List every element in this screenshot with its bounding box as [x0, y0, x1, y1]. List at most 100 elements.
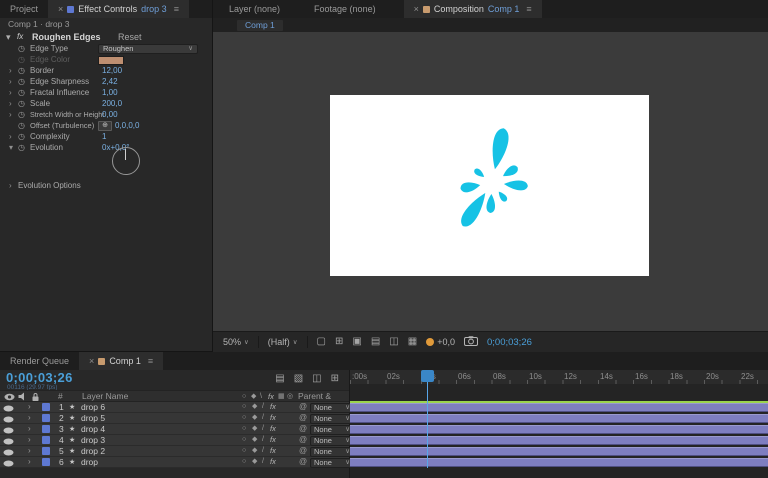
property-value[interactable]: 0,0,0,0: [115, 120, 139, 131]
grid-icon[interactable]: ⊞: [335, 337, 343, 347]
layer-color-swatch[interactable]: [42, 458, 50, 466]
stopwatch-icon[interactable]: ◷: [18, 43, 25, 54]
property-value[interactable]: 12,00: [102, 65, 122, 76]
layer-name[interactable]: drop 2: [81, 446, 105, 456]
fx-switch-icon[interactable]: fx: [270, 435, 276, 445]
expander-icon[interactable]: ›: [9, 180, 12, 191]
fx-switch-icon[interactable]: fx: [270, 424, 276, 434]
effects-switch-icon[interactable]: ◆: [252, 424, 257, 434]
layer-row[interactable]: › 4 ★ drop 3 ○ ◆ / fx @ None∨: [0, 435, 349, 446]
layer-row[interactable]: › 2 ★ drop 5 ○ ◆ / fx @ None∨: [0, 413, 349, 424]
effects-switch-icon[interactable]: ◆: [252, 457, 257, 467]
anchor-target-icon[interactable]: ⊕: [98, 121, 112, 131]
collapse-switch-icon[interactable]: ○: [242, 413, 246, 423]
evolution-dial[interactable]: [112, 147, 140, 175]
edge-type-dropdown[interactable]: Roughen ∨: [98, 44, 198, 54]
panel-menu-icon[interactable]: ≡: [148, 356, 153, 366]
channel-view-icon[interactable]: ▦: [408, 337, 417, 347]
composition-frame[interactable]: [330, 95, 649, 276]
parent-dropdown[interactable]: None∨: [310, 447, 354, 457]
layer-duration-bar[interactable]: [350, 436, 768, 445]
close-icon[interactable]: ×: [58, 4, 63, 14]
panel-menu-icon[interactable]: ≡: [174, 4, 179, 14]
safe-guides-icon[interactable]: ▢: [317, 337, 326, 347]
effects-switch-icon[interactable]: ◆: [252, 435, 257, 445]
expander-icon[interactable]: ›: [9, 65, 12, 76]
region-of-interest-icon[interactable]: ▤: [371, 337, 380, 347]
tab-footage[interactable]: Footage (none): [304, 0, 386, 18]
current-time-indicator-line[interactable]: [427, 382, 428, 468]
effects-switch-icon[interactable]: ◆: [252, 413, 257, 423]
fx-switch-icon[interactable]: fx: [270, 457, 276, 467]
fx-badge-icon[interactable]: fx: [17, 31, 23, 43]
time-ruler[interactable]: :00s 02s 04s 06s 08s 10s 12s 14s 16s 18s…: [350, 370, 768, 384]
collapse-switch-icon[interactable]: ○: [242, 435, 246, 445]
viewer-tab-comp1[interactable]: Comp 1: [237, 20, 283, 31]
stopwatch-icon[interactable]: ◷: [18, 120, 25, 131]
layer-duration-bar[interactable]: [350, 425, 768, 434]
tab-composition[interactable]: × Composition Comp 1 ≡: [404, 0, 542, 18]
stopwatch-icon[interactable]: ◷: [18, 87, 25, 98]
current-time-indicator-handle[interactable]: [421, 370, 434, 382]
shy-layers-icon[interactable]: ◫: [312, 374, 321, 384]
property-value[interactable]: 1,00: [102, 87, 118, 98]
property-value[interactable]: 1: [102, 131, 106, 142]
expander-icon[interactable]: ›: [9, 131, 12, 142]
panel-menu-icon[interactable]: ≡: [526, 4, 531, 14]
layer-color-swatch[interactable]: [42, 403, 50, 411]
pickwhip-icon[interactable]: @: [299, 413, 307, 423]
quality-switch-icon[interactable]: /: [262, 435, 264, 445]
stopwatch-icon[interactable]: ◷: [18, 76, 25, 87]
layer-duration-bar[interactable]: [350, 447, 768, 456]
eye-icon[interactable]: [3, 459, 14, 469]
quality-switch-icon[interactable]: /: [262, 446, 264, 456]
transparency-grid-icon[interactable]: ◫: [389, 337, 398, 347]
quality-switch-icon[interactable]: /: [262, 402, 264, 412]
property-value[interactable]: 200,0: [102, 98, 122, 109]
stopwatch-icon[interactable]: ◷: [18, 142, 25, 153]
layer-row[interactable]: › 3 ★ drop 4 ○ ◆ / fx @ None∨: [0, 424, 349, 435]
collapse-switch-icon[interactable]: ○: [242, 446, 246, 456]
expander-open-icon[interactable]: ▾: [9, 142, 13, 153]
layer-name[interactable]: drop 6: [81, 402, 105, 412]
expander-icon[interactable]: ›: [9, 98, 12, 109]
pickwhip-icon[interactable]: @: [299, 435, 307, 445]
effect-name[interactable]: Roughen Edges: [32, 31, 101, 43]
stopwatch-icon[interactable]: ◷: [18, 131, 25, 142]
layer-duration-bar[interactable]: [350, 403, 768, 412]
collapse-switch-icon[interactable]: ○: [242, 457, 246, 467]
property-value[interactable]: 0,00: [102, 109, 118, 120]
quality-switch-icon[interactable]: /: [262, 413, 264, 423]
reset-button[interactable]: Reset: [118, 31, 142, 43]
collapse-switch-icon[interactable]: ○: [242, 402, 246, 412]
expander-icon[interactable]: ›: [28, 435, 31, 445]
mask-visibility-icon[interactable]: ▣: [352, 337, 361, 347]
tab-project[interactable]: Project: [0, 0, 48, 18]
layer-row[interactable]: › 5 ★ drop 2 ○ ◆ / fx @ None∨: [0, 446, 349, 457]
parent-dropdown[interactable]: None∨: [310, 425, 354, 435]
fx-switch-icon[interactable]: fx: [270, 402, 276, 412]
expander-icon[interactable]: ›: [9, 87, 12, 98]
composition-viewport[interactable]: [213, 32, 768, 331]
pickwhip-icon[interactable]: @: [299, 424, 307, 434]
expander-open-icon[interactable]: ▾: [6, 31, 11, 43]
expander-icon[interactable]: ›: [28, 402, 31, 412]
tab-timeline-comp1[interactable]: × Comp 1 ≡: [79, 352, 163, 370]
layer-row[interactable]: › 1 ★ drop 6 ○ ◆ / fx @ None∨: [0, 402, 349, 413]
timeline-track-area[interactable]: :00s 02s 04s 06s 08s 10s 12s 14s 16s 18s…: [350, 370, 768, 478]
current-time-display[interactable]: 0;00;03;26: [6, 370, 73, 385]
layer-color-swatch[interactable]: [42, 425, 50, 433]
stopwatch-icon[interactable]: ◷: [18, 109, 25, 120]
zoom-dropdown[interactable]: 50% ∨: [223, 337, 249, 347]
expander-icon[interactable]: ›: [28, 457, 31, 467]
expander-icon[interactable]: ›: [28, 446, 31, 456]
tab-render-queue[interactable]: Render Queue: [0, 352, 79, 370]
fx-switch-icon[interactable]: fx: [270, 413, 276, 423]
tab-layer[interactable]: Layer (none): [219, 0, 290, 18]
evolution-options-label[interactable]: Evolution Options: [18, 180, 81, 191]
layer-row[interactable]: › 6 ★ drop ○ ◆ / fx @ None∨: [0, 457, 349, 468]
expander-icon[interactable]: ›: [28, 413, 31, 423]
layer-color-swatch[interactable]: [42, 447, 50, 455]
layer-name[interactable]: drop 5: [81, 413, 105, 423]
close-icon[interactable]: ×: [89, 356, 94, 366]
